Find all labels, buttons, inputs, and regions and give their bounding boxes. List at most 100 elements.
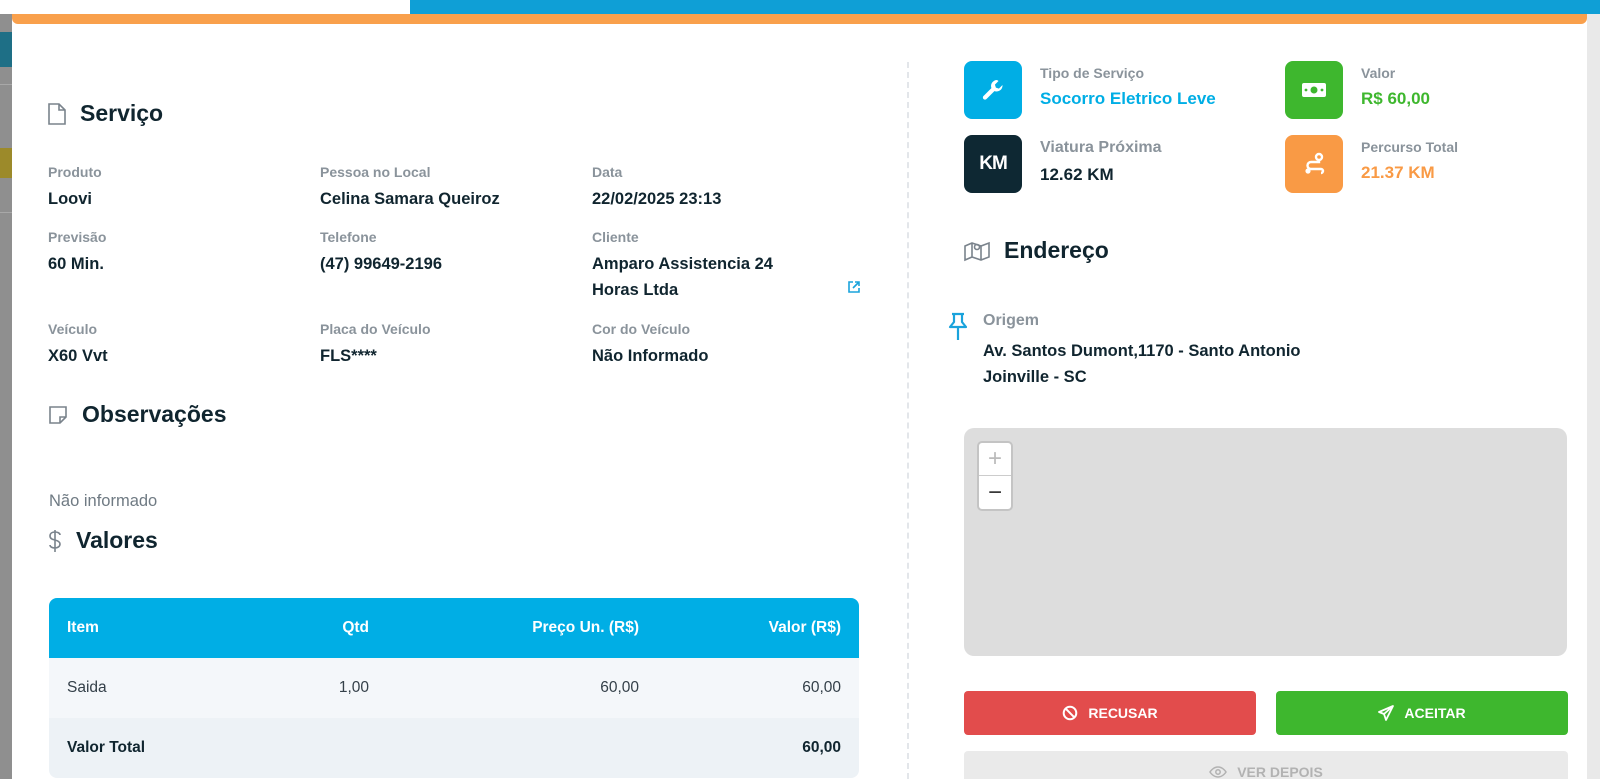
background-divider [0,84,12,85]
eye-icon [1209,766,1228,778]
pushpin-icon [948,312,968,340]
view-later-button[interactable]: VER DEPOIS [964,751,1568,779]
stat-value: 12.62 KM [1040,165,1114,184]
field-placa: Placa do Veículo FLS**** [320,321,580,369]
external-link-icon[interactable] [847,280,861,294]
stat-icon-box [1285,61,1343,119]
background-app [0,0,12,779]
stat-viatura-proxima: KM Viatura Próxima 12.62 KM [964,135,1162,193]
service-modal: Serviço Produto Loovi Pessoa no Local Ce… [12,14,1587,779]
zoom-in-button[interactable]: + [979,443,1011,476]
field-label: Placa do Veículo [320,321,431,337]
origem-line1: Av. Santos Dumont,1170 - Santo Antonio [983,342,1301,360]
zoom-out-button[interactable]: − [979,476,1011,509]
field-value: 60 Min. [48,255,104,273]
map-zoom-control: + − [977,441,1013,511]
table-total-row: Valor Total 60,00 [49,718,859,778]
table-header: Item Qtd Preço Un. (R$) Valor (R$) [49,598,859,658]
route-icon [1305,152,1325,175]
stat-label: Viatura Próxima [1040,139,1162,156]
origem-address: Origem Av. Santos Dumont,1170 - Santo An… [947,312,1301,390]
stat-label: Percurso Total [1361,139,1458,155]
accept-button[interactable]: ACEITAR [1276,691,1568,735]
paper-plane-icon [1378,705,1395,721]
cell-qtd: 1,00 [338,679,369,696]
field-label: Cor do Veículo [592,321,691,337]
field-value: Não Informado [592,347,709,365]
total-value: 60,00 [802,739,841,756]
section-title-endereco: Endereço [964,237,1109,264]
document-icon [48,102,66,125]
stat-icon-box [964,61,1022,119]
background-divider [0,212,12,213]
field-label: Pessoa no Local [320,164,431,180]
field-value: 22/02/2025 23:13 [592,190,722,208]
stat-icon-box [1285,135,1343,193]
cell-valor: 60,00 [802,679,841,696]
stat-label: Valor [1361,65,1396,81]
background-topbar [0,0,410,14]
origem-label: Origem [983,312,1040,329]
stat-percurso-total: Percurso Total 21.37 KM [1285,135,1458,193]
field-cliente: Cliente Amparo Assistencia 24 Horas Ltda [592,229,802,303]
field-previsao: Previsão 60 Min. [48,229,308,277]
section-title-text: Serviço [80,100,164,126]
background-highlight [0,148,12,178]
section-title-servico: Serviço [48,100,163,127]
modal-accent-bar [12,14,1587,24]
stat-value: R$ 60,00 [1361,89,1430,108]
stat-label: Tipo de Serviço [1040,65,1144,81]
field-label: Veículo [48,321,98,337]
column-header-preco: Preço Un. (R$) [532,619,639,636]
field-value: Celina Samara Queiroz [320,190,500,208]
km-icon: KM [964,135,1022,193]
section-title-text: Valores [76,527,158,553]
stat-value: Socorro Eletrico Leve [1040,89,1216,108]
stat-value: 21.37 KM [1361,163,1435,182]
background-topbar-accent [410,0,1600,14]
stat-tipo-servico: Tipo de Serviço Socorro Eletrico Leve [964,61,1216,119]
route-map[interactable]: + − [964,428,1567,656]
field-value: (47) 99649-2196 [320,255,443,273]
cell-preco: 60,00 [600,679,639,696]
section-title-text: Endereço [1004,237,1109,263]
refuse-label: RECUSAR [1088,705,1158,721]
section-title-valores: Valores [48,527,158,554]
section-title-text: Observações [82,401,227,427]
column-header-qtd: Qtd [342,619,369,636]
cell-item: Saida [67,679,107,696]
table-row: Saida 1,00 60,00 60,00 [49,658,859,718]
field-pessoa-no-local: Pessoa no Local Celina Samara Queiroz [320,164,580,212]
field-label: Data [592,164,623,180]
field-data: Data 22/02/2025 23:13 [592,164,852,212]
ban-icon [1063,705,1078,721]
background-header [0,32,12,67]
section-title-observacoes: Observações [48,401,226,428]
map-icon [964,241,990,261]
observacoes-text: Não informado [49,492,158,510]
accept-label: ACEITAR [1404,705,1466,721]
field-produto: Produto Loovi [48,164,308,212]
field-veiculo: Veículo X60 Vvt [48,321,308,369]
stat-valor: Valor R$ 60,00 [1285,61,1430,119]
refuse-button[interactable]: RECUSAR [964,691,1256,735]
field-label: Previsão [48,229,107,245]
field-telefone: Telefone (47) 99649-2196 [320,229,580,277]
origem-line2: Joinville - SC [983,368,1087,386]
column-header-item: Item [67,619,99,636]
money-icon [1302,83,1326,97]
column-header-valor: Valor (R$) [768,619,841,636]
valores-table: Item Qtd Preço Un. (R$) Valor (R$) Saida… [49,598,859,778]
dollar-icon [49,529,61,552]
field-value: Loovi [48,190,92,208]
field-label: Telefone [320,229,377,245]
field-value: X60 Vvt [48,347,108,365]
field-cor: Cor do Veículo Não Informado [592,321,852,369]
column-divider [907,62,909,779]
field-value: FLS**** [320,347,377,365]
wrench-icon [982,80,1003,100]
field-label: Cliente [592,229,639,245]
view-later-label: VER DEPOIS [1237,764,1323,779]
sticky-note-icon [49,405,67,424]
field-value: Amparo Assistencia 24 Horas Ltda [592,255,773,299]
